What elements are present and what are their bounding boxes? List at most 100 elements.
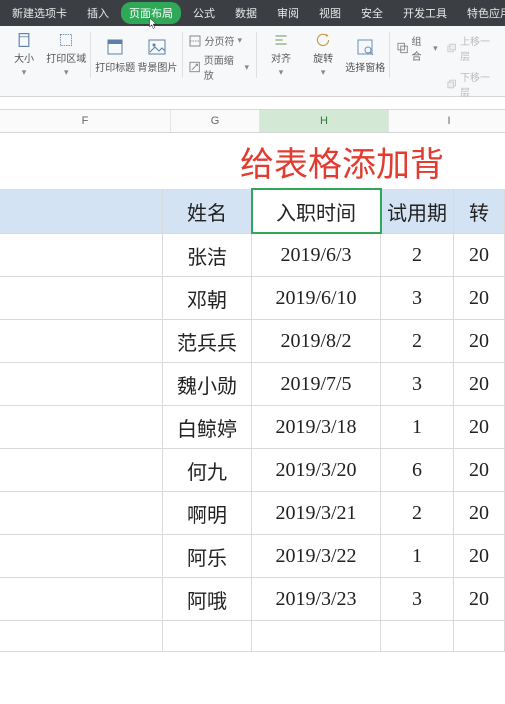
data-table: 姓名 入职时间 试用期 转 张洁2019/6/3220邓朝2019/6/1032…	[0, 189, 505, 652]
header-name[interactable]: 姓名	[163, 189, 252, 233]
cell-trial[interactable]: 3	[381, 277, 454, 319]
bg-image-button[interactable]: 背景图片	[137, 32, 177, 78]
cell-conv[interactable]: 20	[454, 535, 505, 577]
move-down-icon	[446, 78, 457, 90]
cell-date[interactable]: 2019/6/3	[252, 234, 381, 276]
cell-conv[interactable]: 20	[454, 406, 505, 448]
cell-trial[interactable]: 1	[381, 535, 454, 577]
cell-date[interactable]: 2019/6/10	[252, 277, 381, 319]
table-row[interactable]: 邓朝2019/6/10320	[0, 277, 505, 320]
print-area-button[interactable]: 打印区域▾	[46, 32, 86, 78]
move-up-icon	[446, 42, 457, 54]
cell-date[interactable]: 2019/3/18	[252, 406, 381, 448]
cell-name[interactable]: 啊明	[163, 492, 252, 534]
group-label: 组合	[412, 33, 431, 63]
align-label: 对齐	[271, 50, 291, 65]
menu-tab-0[interactable]: 新建选项卡	[4, 2, 75, 24]
menu-bar: 新建选项卡插入页面布局公式数据审阅视图安全开发工具特色应用	[0, 0, 505, 26]
col-header-H[interactable]: H	[260, 110, 389, 132]
cell-trial[interactable]: 1	[381, 406, 454, 448]
page-break-button[interactable]: 分页符▾	[186, 32, 252, 49]
page-scale-label: 页面缩放	[204, 52, 242, 82]
cell-trial[interactable]: 2	[381, 492, 454, 534]
cell-conv[interactable]: 20	[454, 234, 505, 276]
bg-image-label: 背景图片	[137, 59, 177, 74]
cell-trial[interactable]: 6	[381, 449, 454, 491]
cell-name[interactable]: 白鲸婷	[163, 406, 252, 448]
menu-tab-7[interactable]: 安全	[353, 2, 391, 24]
cell-name[interactable]: 范兵兵	[163, 320, 252, 362]
table-row[interactable]: 啊明2019/3/21220	[0, 492, 505, 535]
spreadsheet[interactable]: FGHI 给表格添加背 姓名 入职时间 试用期 转 张洁2019/6/3220邓…	[0, 109, 505, 652]
empty-row[interactable]	[0, 621, 505, 652]
print-title-label: 打印标题	[95, 59, 135, 74]
table-row[interactable]: 阿乐2019/3/22120	[0, 535, 505, 578]
cell-date[interactable]: 2019/3/22	[252, 535, 381, 577]
cell-date[interactable]: 2019/3/21	[252, 492, 381, 534]
cell-trial[interactable]: 2	[381, 320, 454, 362]
col-header-G[interactable]: G	[171, 110, 260, 132]
bg-image-icon	[147, 37, 167, 57]
menu-tab-4[interactable]: 数据	[227, 2, 265, 24]
menu-tab-1[interactable]: 插入	[79, 2, 117, 24]
cell-date[interactable]: 2019/3/20	[252, 449, 381, 491]
header-date[interactable]: 入职时间	[252, 189, 381, 233]
cell-conv[interactable]: 20	[454, 578, 505, 620]
rotate-button[interactable]: 旋转▾	[303, 32, 343, 78]
align-button[interactable]: 对齐▾	[261, 32, 301, 78]
cell-conv[interactable]: 20	[454, 449, 505, 491]
move-down-label: 下移一层	[460, 69, 498, 99]
cell-name[interactable]: 邓朝	[163, 277, 252, 319]
group-icon	[397, 42, 408, 54]
header-trial[interactable]: 试用期	[381, 189, 454, 233]
col-header-I[interactable]: I	[389, 110, 505, 132]
cell-name[interactable]: 阿哦	[163, 578, 252, 620]
table-row[interactable]: 白鲸婷2019/3/18120	[0, 406, 505, 449]
rotate-label: 旋转	[313, 50, 333, 65]
table-row[interactable]: 何九2019/3/20620	[0, 449, 505, 492]
menu-tab-2[interactable]: 页面布局	[121, 2, 181, 24]
move-down-button[interactable]: 下移一层	[443, 68, 501, 100]
menu-tab-3[interactable]: 公式	[185, 2, 223, 24]
cell-conv[interactable]: 20	[454, 277, 505, 319]
header-conv[interactable]: 转	[454, 189, 505, 233]
cell-name[interactable]: 魏小勋	[163, 363, 252, 405]
print-title-button[interactable]: 打印标题	[95, 32, 135, 78]
menu-tab-8[interactable]: 开发工具	[395, 2, 455, 24]
align-icon	[271, 32, 291, 48]
rotate-icon	[313, 32, 333, 48]
print-area-label: 打印区域	[46, 50, 86, 65]
menu-tab-5[interactable]: 审阅	[269, 2, 307, 24]
ribbon: 大小▾ 打印区域▾ 打印标题 背景图片 分页符▾ 页面缩放▾ 对齐▾ 旋转▾ 选…	[0, 26, 505, 97]
table-row[interactable]: 张洁2019/6/3220	[0, 234, 505, 277]
cell-date[interactable]: 2019/8/2	[252, 320, 381, 362]
cell-name[interactable]: 何九	[163, 449, 252, 491]
table-header-row: 姓名 入职时间 试用期 转	[0, 189, 505, 234]
page-scale-button[interactable]: 页面缩放▾	[186, 51, 252, 83]
cell-date[interactable]: 2019/7/5	[252, 363, 381, 405]
table-row[interactable]: 范兵兵2019/8/2220	[0, 320, 505, 363]
move-up-button[interactable]: 上移一层	[443, 32, 501, 64]
group-button[interactable]: 组合▾	[394, 32, 440, 64]
size-label: 大小	[14, 50, 34, 65]
cell-trial[interactable]: 2	[381, 234, 454, 276]
cell-trial[interactable]: 3	[381, 363, 454, 405]
cell-name[interactable]: 张洁	[163, 234, 252, 276]
sheet-title: 给表格添加背	[0, 133, 505, 189]
cell-conv[interactable]: 20	[454, 363, 505, 405]
cell-trial[interactable]: 3	[381, 578, 454, 620]
cell-conv[interactable]: 20	[454, 320, 505, 362]
size-button[interactable]: 大小▾	[4, 32, 44, 78]
table-row[interactable]: 阿哦2019/3/23320	[0, 578, 505, 621]
select-pane-button[interactable]: 选择窗格	[345, 32, 385, 78]
menu-tab-9[interactable]: 特色应用	[459, 2, 505, 24]
page-break-label: 分页符	[204, 33, 234, 48]
col-header-F[interactable]: F	[0, 110, 171, 132]
cell-conv[interactable]: 20	[454, 492, 505, 534]
cell-name[interactable]: 阿乐	[163, 535, 252, 577]
cell-date[interactable]: 2019/3/23	[252, 578, 381, 620]
page-break-icon	[189, 35, 201, 47]
print-title-icon	[105, 37, 125, 57]
menu-tab-6[interactable]: 视图	[311, 2, 349, 24]
table-row[interactable]: 魏小勋2019/7/5320	[0, 363, 505, 406]
